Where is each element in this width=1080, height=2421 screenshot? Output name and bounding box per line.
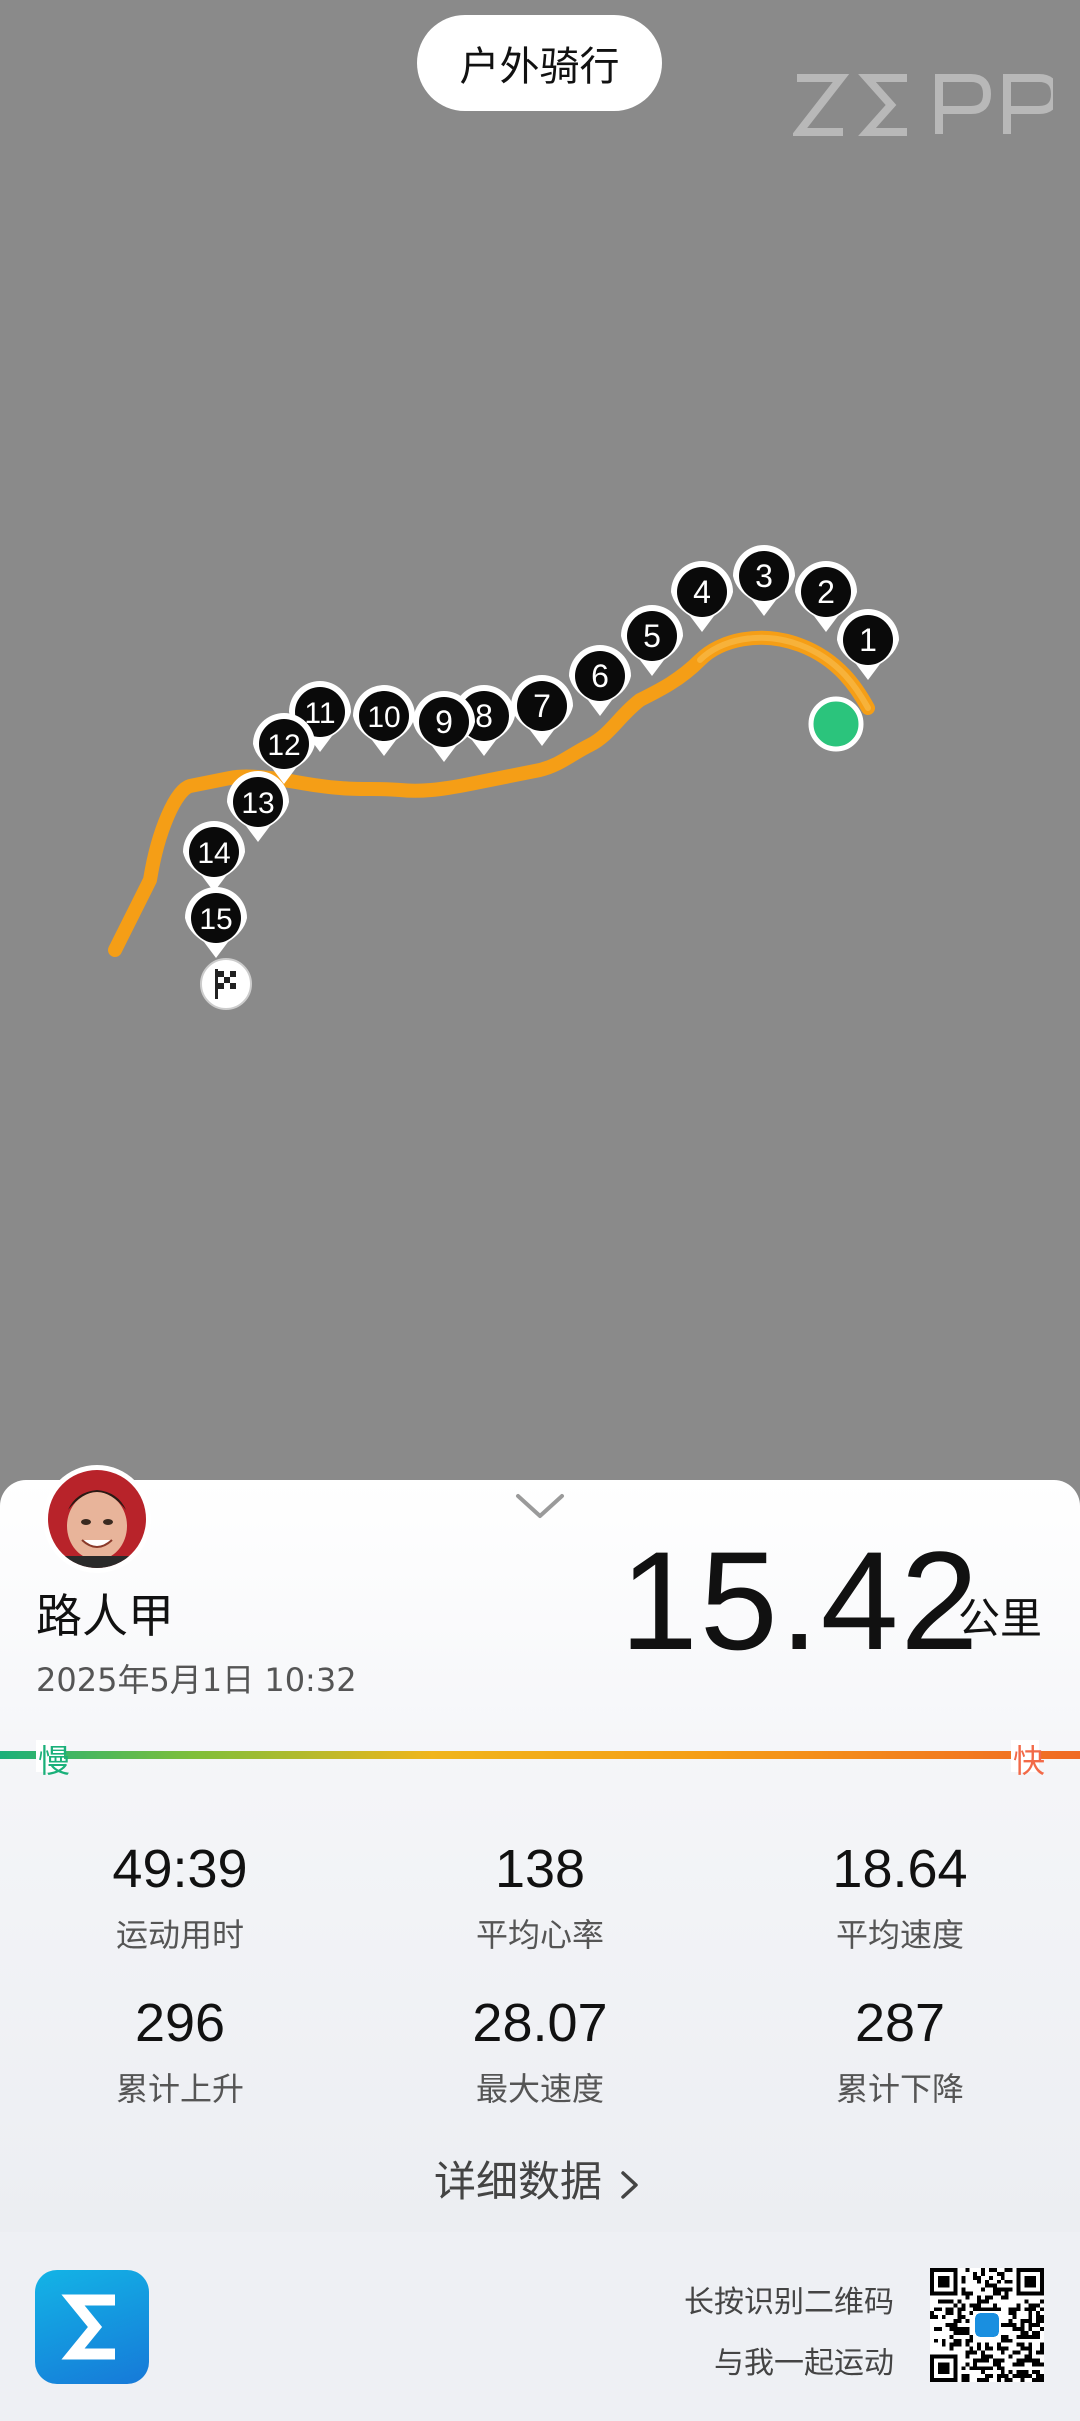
km-marker-3: 3 [733, 545, 795, 616]
stat-total-descent: 287 累计下降 [750, 1992, 1050, 2110]
stat-value: 28.07 [472, 1993, 608, 2053]
stat-label: 平均速度 [835, 1916, 964, 1954]
km-marker-14: 14 [183, 821, 245, 892]
speed-slow-label: 慢 [38, 1742, 71, 1780]
total-distance: 15.42 [620, 1522, 981, 1679]
qr-hint-line2: 与我一起运动 [714, 2346, 894, 2381]
km-marker-label: 9 [435, 704, 453, 740]
stat-avg-speed: 18.64 平均速度 [750, 1838, 1050, 1956]
stat-value: 138 [494, 1839, 586, 1899]
distance-unit: 公里 [958, 1594, 1043, 1643]
route-map-canvas: 123456789101112131415 [108, 545, 899, 1010]
user-name: 路人甲 [36, 1589, 174, 1643]
km-marker-10: 10 [353, 685, 415, 756]
stat-max-speed: 28.07 最大速度 [390, 1992, 690, 2110]
chevron-down-icon[interactable] [512, 1488, 568, 1524]
speed-color-legend [0, 1751, 1080, 1759]
km-marker-label: 3 [755, 558, 773, 594]
km-marker-label: 1 [859, 622, 877, 658]
stat-label: 平均心率 [475, 1916, 604, 1954]
qr-hint-line1: 长按识别二维码 [684, 2285, 894, 2320]
km-marker-label: 10 [367, 701, 400, 734]
stat-avg-heart-rate: 138 平均心率 [390, 1838, 690, 1956]
stat-label: 累计上升 [115, 2070, 244, 2108]
km-marker-7: 7 [511, 675, 573, 746]
stat-value: 18.64 [832, 1839, 968, 1899]
user-avatar-image [48, 1470, 146, 1568]
km-marker-label: 4 [693, 574, 711, 610]
km-marker-label: 7 [533, 688, 551, 724]
km-markers: 123456789101112131415 [183, 545, 899, 958]
finish-marker [200, 958, 252, 1010]
km-marker-label: 2 [817, 574, 835, 610]
chevron-right-icon [621, 2170, 638, 2199]
zepp-logo [793, 74, 1053, 136]
details-link[interactable]: 详细数据 [0, 2148, 1080, 2209]
details-link-label: 详细数据 [433, 2157, 602, 2206]
km-marker-label: 14 [197, 837, 230, 870]
stat-label: 累计下降 [835, 2070, 964, 2108]
start-marker [808, 696, 864, 752]
stat-label: 最大速度 [475, 2070, 604, 2108]
speed-fast-label: 快 [1013, 1742, 1046, 1780]
stat-value: 287 [854, 1993, 946, 2053]
km-marker-label: 11 [304, 697, 335, 730]
km-marker-label: 12 [267, 729, 300, 762]
qr-code[interactable] [930, 2268, 1044, 2382]
activity-type-badge: 户外骑行 [417, 15, 662, 111]
km-marker-15: 15 [184, 886, 248, 958]
share-footer [0, 2232, 1080, 2421]
stat-duration: 49:39 运动用时 [30, 1838, 330, 1956]
stat-value: 49:39 [112, 1839, 248, 1899]
km-marker-label: 8 [475, 698, 493, 734]
activity-datetime: 2025年5月1日 10:32 [36, 1661, 357, 1699]
km-marker-9: 9 [413, 691, 475, 762]
stat-value: 296 [134, 1993, 226, 2053]
zepp-app-icon [35, 2270, 149, 2384]
route-map[interactable]: 1 2 3 4 5 6 7 8 9 10 11 12 13 14 15 [0, 0, 1080, 1480]
stat-label: 运动用时 [115, 1916, 244, 1954]
km-marker-label: 15 [199, 903, 232, 936]
km-marker-label: 13 [241, 787, 274, 820]
stat-total-ascent: 296 累计上升 [30, 1992, 330, 2110]
km-marker-label: 6 [591, 658, 609, 694]
km-marker-6: 6 [569, 645, 631, 716]
km-marker-5: 5 [621, 605, 683, 676]
avatar [43, 1465, 151, 1573]
km-marker-4: 4 [671, 561, 733, 632]
km-marker-label: 5 [643, 618, 661, 654]
